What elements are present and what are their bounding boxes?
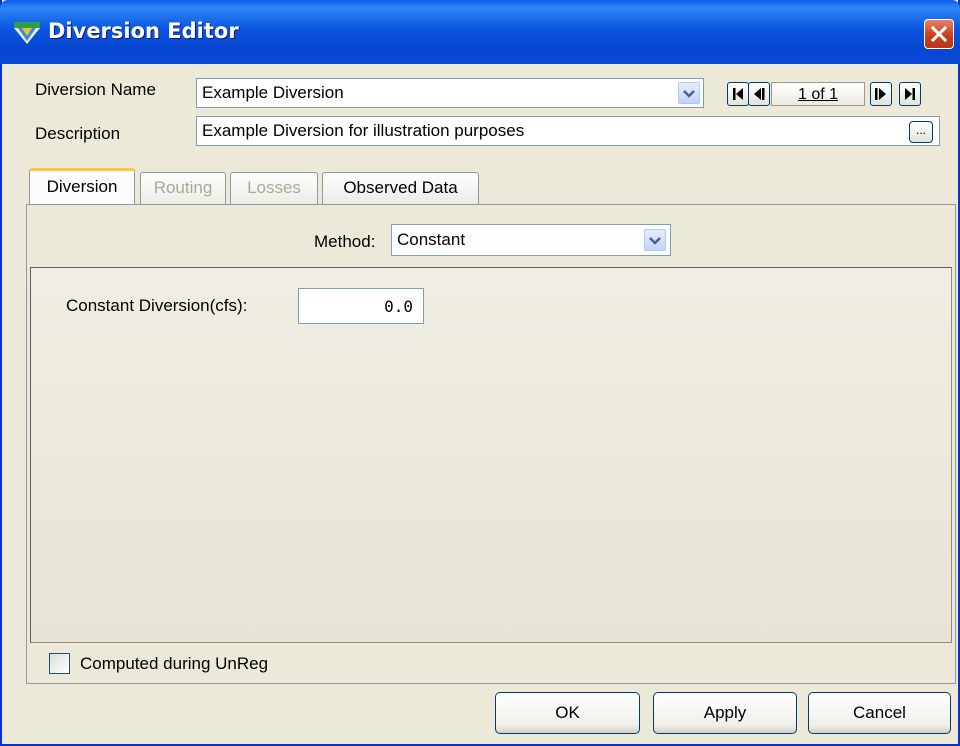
page-indicator[interactable]: 1 of 1 [771,82,865,106]
previous-icon [754,88,765,100]
last-icon [905,88,915,100]
title-bar[interactable]: Diversion Editor [0,0,960,64]
description-value: Example Diversion for illustration purpo… [202,121,525,140]
diversion-name-combo[interactable]: Example Diversion [196,78,704,108]
first-record-button[interactable] [727,82,749,106]
tab-diversion[interactable]: Diversion [29,168,135,204]
chevron-down-icon [649,237,661,245]
diversion-name-value: Example Diversion [202,83,344,102]
previous-record-button[interactable] [748,82,770,106]
last-record-button[interactable] [899,82,921,106]
close-icon [930,25,948,43]
method-label: Method: [314,232,376,251]
cancel-button[interactable]: Cancel [808,692,951,734]
description-label: Description [35,124,121,143]
apply-button[interactable]: Apply [653,692,797,734]
tab-losses[interactable]: Losses [230,172,318,204]
description-field[interactable]: Example Diversion for illustration purpo… [196,116,940,146]
next-record-button[interactable] [870,82,892,106]
diversion-name-label: Diversion Name [35,80,156,99]
chevron-down-icon [683,90,695,98]
ok-button[interactable]: OK [495,692,640,734]
description-ellipsis-button[interactable]: ... [909,121,933,143]
computed-during-unreg-label: Computed during UnReg [80,654,269,673]
constant-diversion-label: Constant Diversion(cfs): [66,296,248,315]
method-parameters-panel [30,267,952,643]
tab-routing[interactable]: Routing [140,172,226,204]
app-icon [14,22,40,44]
constant-diversion-input[interactable]: 0.0 [298,288,424,324]
method-dropdown-button[interactable] [644,229,666,251]
close-button[interactable] [924,19,954,49]
method-value: Constant [397,230,466,249]
first-icon [733,88,743,100]
diversion-editor-window: Diversion Editor Diversion Name Example … [0,0,960,746]
tab-observed-data[interactable]: Observed Data [322,172,479,204]
diversion-name-dropdown-button[interactable] [678,82,700,104]
next-icon [875,88,886,100]
computed-during-unreg-checkbox[interactable] [49,653,70,674]
method-combo[interactable]: Constant [391,224,671,256]
window-title: Diversion Editor [48,19,239,43]
